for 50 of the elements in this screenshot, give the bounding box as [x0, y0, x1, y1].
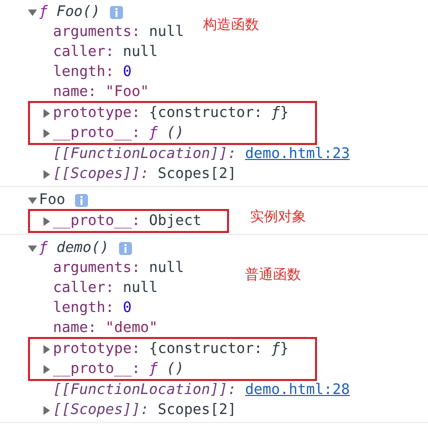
- property-key: length:: [53, 64, 114, 80]
- property-value: null: [122, 44, 158, 60]
- property-value: {constructor: ƒ}: [149, 105, 289, 121]
- property-value: {constructor: ƒ}: [149, 341, 289, 357]
- collapsed-triangle-icon[interactable]: [42, 108, 51, 118]
- function-header[interactable]: ƒ demo(): [39, 240, 109, 256]
- function-header[interactable]: ƒ Foo(): [39, 4, 100, 20]
- collapsed-triangle-icon[interactable]: [42, 364, 51, 374]
- annotation-label: 实例对象: [250, 208, 306, 226]
- property-key: __proto__:: [53, 361, 140, 377]
- expanded-triangle-icon[interactable]: [28, 8, 37, 16]
- collapsed-triangle-icon[interactable]: [42, 170, 51, 178]
- property-key: __proto__:: [53, 125, 140, 141]
- property-key: [[FunctionLocation]]:: [53, 146, 236, 162]
- property-value: "demo": [105, 320, 158, 336]
- collapsed-triangle-icon[interactable]: [42, 216, 51, 226]
- property-key: [[Scopes]]:: [53, 402, 150, 418]
- source-link[interactable]: demo.html:28: [245, 382, 350, 398]
- property-value: Object: [149, 213, 202, 229]
- property-key: [[Scopes]]:: [53, 166, 150, 182]
- property-key: __proto__:: [53, 213, 140, 229]
- collapsed-triangle-icon[interactable]: [42, 344, 51, 354]
- property-key: name:: [53, 320, 97, 336]
- property-key: caller:: [53, 44, 114, 60]
- annotation-label: 构造函数: [203, 16, 259, 34]
- property-value: 0: [122, 300, 132, 316]
- annotation-label: 普通函数: [245, 266, 301, 284]
- source-link[interactable]: demo.html:23: [245, 146, 350, 162]
- property-value: 0: [122, 64, 132, 80]
- property-key: [[FunctionLocation]]:: [53, 382, 236, 398]
- property-value: "Foo": [105, 84, 150, 100]
- property-value: ƒ (): [149, 125, 184, 141]
- property-key: prototype:: [53, 341, 140, 357]
- property-key: name:: [53, 84, 97, 100]
- property-key: arguments:: [53, 24, 140, 40]
- property-value: null: [149, 260, 184, 276]
- property-key: arguments:: [53, 260, 140, 276]
- property-key: caller:: [53, 280, 114, 296]
- property-value: Scopes[2]: [158, 166, 236, 182]
- object-header[interactable]: Foo: [39, 192, 66, 208]
- property-value: null: [122, 280, 158, 296]
- property-key: prototype:: [53, 105, 140, 121]
- expanded-triangle-icon[interactable]: [28, 244, 37, 252]
- property-value: ƒ (): [149, 361, 184, 377]
- property-key: length:: [53, 300, 114, 316]
- property-value: Scopes[2]: [158, 402, 236, 418]
- collapsed-triangle-icon[interactable]: [42, 128, 51, 138]
- expanded-triangle-icon[interactable]: [28, 196, 37, 204]
- collapsed-triangle-icon[interactable]: [42, 406, 51, 414]
- property-value: null: [149, 24, 184, 40]
